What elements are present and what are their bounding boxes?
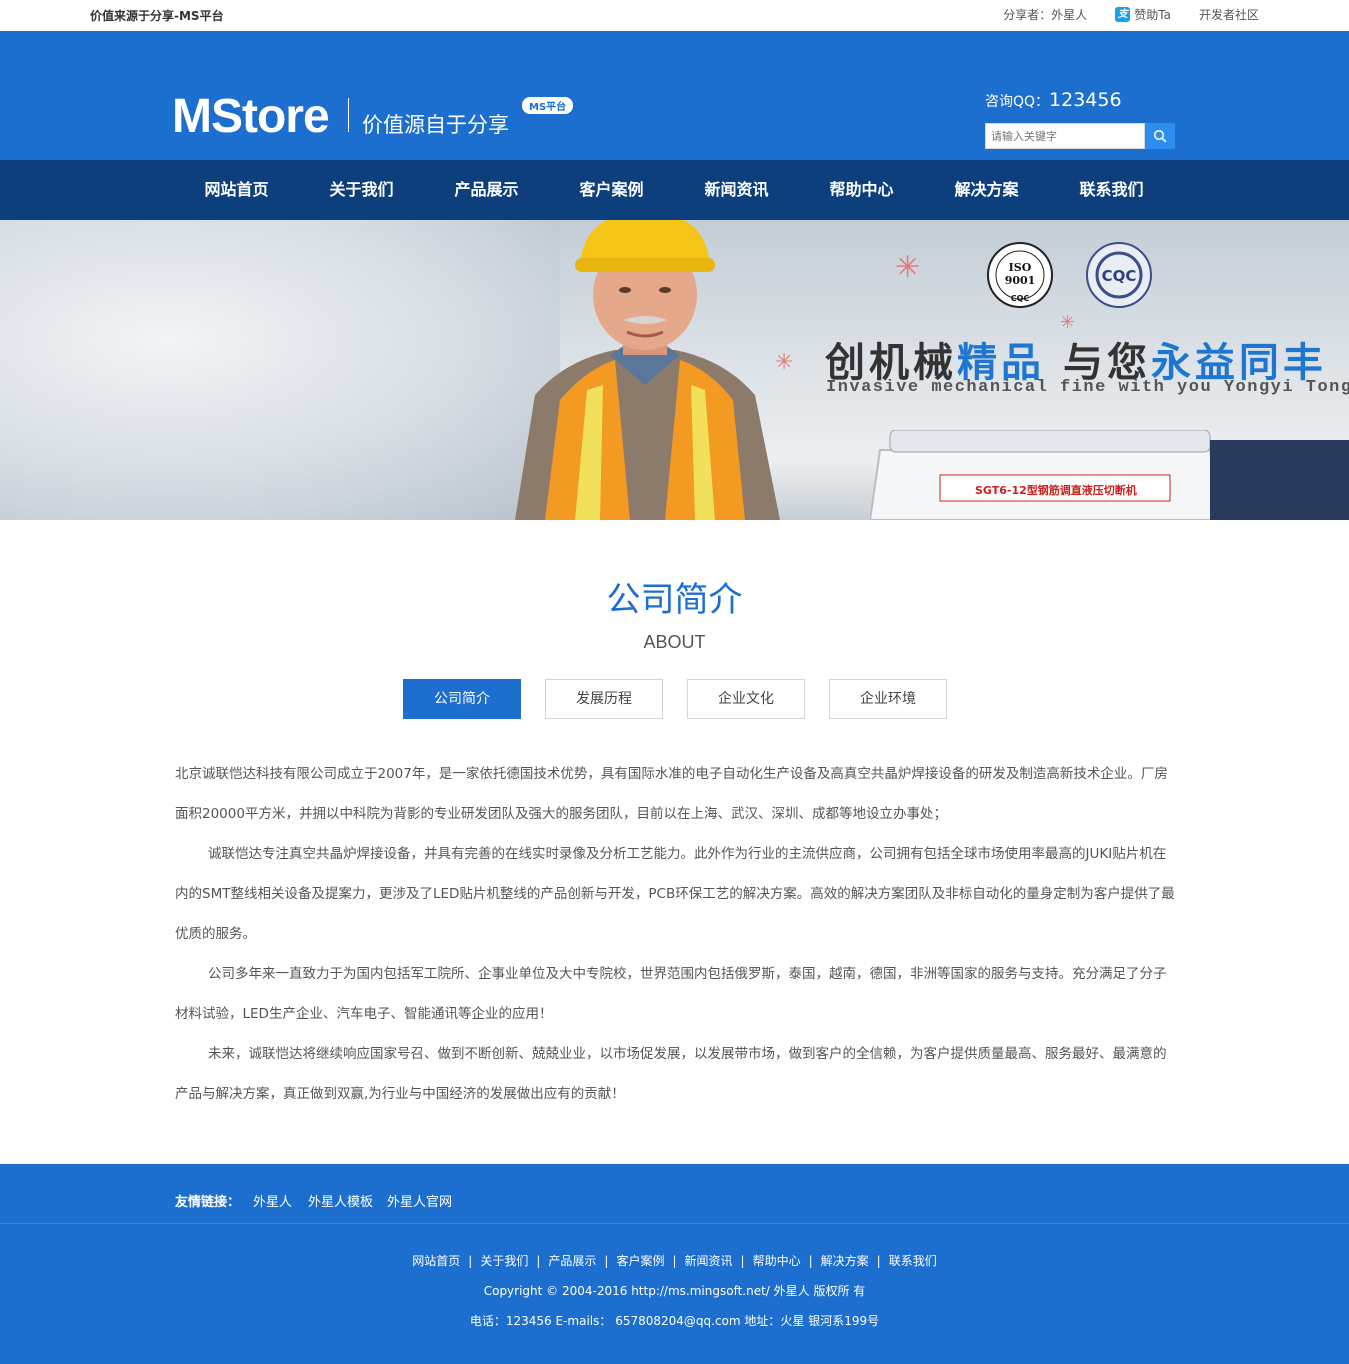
tab-history[interactable]: 发展历程 <box>545 679 663 719</box>
top-bar-right: 分享者：外星人 支 赞助Ta 开发者社区 <box>975 6 1259 23</box>
site-footer: 网站首页 | 关于我们 | 产品展示 | 客户案例 | 新闻资讯 | 帮助中心 | 解决方案 | 联系我们 … <box>0 1224 1349 1364</box>
nav-item-solutions[interactable]: 解决方案 <box>924 160 1049 220</box>
sparkle-decoration: ✳ <box>895 250 921 285</box>
svg-text:CQC: CQC <box>1011 294 1030 303</box>
footer-separator: | <box>604 1254 609 1268</box>
footer-separator: | <box>672 1254 677 1268</box>
site-header: MStore 价值源自于分享 MS平台 咨询QQ：123456 <box>0 31 1349 160</box>
nav-item-products[interactable]: 产品展示 <box>424 160 549 220</box>
footer-link-products[interactable]: 产品展示 <box>548 1254 596 1268</box>
qq-label: 咨询QQ： <box>985 94 1050 110</box>
about-article: 北京诚联恺达科技有限公司成立于2007年，是一家依托德国技术优势，具有国际水准的… <box>175 754 1175 1114</box>
svg-text:9001: 9001 <box>1005 274 1036 287</box>
footer-link-solutions[interactable]: 解决方案 <box>821 1254 869 1268</box>
main-nav: 网站首页 关于我们 产品展示 客户案例 新闻资讯 帮助中心 解决方案 联系我们 <box>0 160 1349 220</box>
svg-text:CQC: CQC <box>1102 267 1137 285</box>
friend-link[interactable]: 外星人官网 <box>387 1191 452 1210</box>
banner-sky <box>0 220 560 520</box>
logo-divider <box>348 98 349 132</box>
copyright: Copyright © 2004-2016 http://ms.mingsoft… <box>483 1284 866 1298</box>
hero-banner: ✳ ✳ ✳ ISO 9001 CQC CQC 创机械精品 与您永益同丰 Inva… <box>0 220 1349 520</box>
article-paragraph: 诚联恺达专注真空共晶炉焊接设备，并具有完善的在线实时录像及分析工艺能力。此外作为… <box>175 846 1175 942</box>
qq-contact: 咨询QQ：123456 <box>985 89 1122 111</box>
alipay-icon: 支 <box>1115 7 1131 22</box>
footer-link-help[interactable]: 帮助中心 <box>753 1254 801 1268</box>
site-logo[interactable]: MStore <box>172 89 330 144</box>
friend-links-bar: 友情链接： 外星人 外星人模板 外星人官网 <box>0 1164 1349 1224</box>
about-section: 公司简介 ABOUT 公司简介 发展历程 企业文化 企业环境 北京诚联恺达科技有… <box>0 520 1349 1164</box>
machine-illustration <box>870 430 1349 520</box>
search-button[interactable] <box>1145 123 1175 149</box>
article-paragraph: 公司多年来一直致力于为国内包括军工院所、企事业单位及大中专院校，世界范围内包括俄… <box>175 966 1167 1022</box>
footer-nav: 网站首页 | 关于我们 | 产品展示 | 客户案例 | 新闻资讯 | 帮助中心 | 解决方案 | 联系我们 <box>0 1252 1349 1269</box>
article-paragraph: 北京诚联恺达科技有限公司成立于2007年，是一家依托德国技术优势，具有国际水准的… <box>175 766 1168 822</box>
footer-link-home[interactable]: 网站首页 <box>412 1254 460 1268</box>
donate-link[interactable]: 支 赞助Ta <box>1115 6 1171 23</box>
footer-separator: | <box>536 1254 541 1268</box>
nav-item-news[interactable]: 新闻资讯 <box>674 160 799 220</box>
friend-link[interactable]: 外星人 <box>253 1191 292 1210</box>
contact-info: 电话：123456 E-mails： 657808204@qq.com 地址：火… <box>469 1314 880 1328</box>
cqc-certificate-badge: CQC <box>1086 242 1152 308</box>
nav-item-contact[interactable]: 联系我们 <box>1049 160 1174 220</box>
platform-badge: MS平台 <box>522 97 574 114</box>
search-input[interactable] <box>985 123 1145 149</box>
tab-company-profile[interactable]: 公司简介 <box>403 679 521 719</box>
footer-link-news[interactable]: 新闻资讯 <box>685 1254 733 1268</box>
footer-link-cases[interactable]: 客户案例 <box>616 1254 664 1268</box>
sharer-link[interactable]: 分享者：外星人 <box>1003 6 1087 23</box>
nav-item-about[interactable]: 关于我们 <box>299 160 424 220</box>
top-bar: 价值来源于分享-MS平台 分享者：外星人 支 赞助Ta 开发者社区 <box>0 0 1349 31</box>
nav-item-home[interactable]: 网站首页 <box>174 160 299 220</box>
about-tabs: 公司简介 发展历程 企业文化 企业环境 <box>403 679 971 719</box>
banner-subline: Invasive mechanical fine with you Yongyi… <box>826 378 1349 397</box>
site-name: 价值来源于分享-MS平台 <box>90 9 224 23</box>
qq-number: 123456 <box>1049 89 1122 111</box>
nav-item-help[interactable]: 帮助中心 <box>799 160 924 220</box>
footer-separator: | <box>740 1254 745 1268</box>
tab-environment[interactable]: 企业环境 <box>829 679 947 719</box>
worker-illustration <box>515 220 780 520</box>
donate-label: 赞助Ta <box>1134 8 1171 22</box>
sparkle-decoration: ✳ <box>775 350 794 375</box>
nav-item-cases[interactable]: 客户案例 <box>549 160 674 220</box>
site-slogan: 价值源自于分享 <box>362 113 509 137</box>
machine-label: SGT6-12型钢筋调直液压切断机 <box>975 484 1137 497</box>
tab-culture[interactable]: 企业文化 <box>687 679 805 719</box>
search-icon <box>1153 129 1167 143</box>
friend-link[interactable]: 外星人模板 <box>308 1191 373 1210</box>
footer-link-contact[interactable]: 联系我们 <box>889 1254 937 1268</box>
iso-certificate-badge: ISO 9001 CQC <box>987 242 1053 308</box>
svg-text:ISO: ISO <box>1009 261 1032 274</box>
about-title: 公司简介 <box>606 580 743 620</box>
about-subtitle: ABOUT <box>643 632 706 652</box>
friend-links-label: 友情链接： <box>175 1195 241 1210</box>
article-paragraph: 未来，诚联恺达将继续响应国家号召、做到不断创新、兢兢业业，以市场促发展，以发展带… <box>175 1046 1167 1102</box>
footer-link-about[interactable]: 关于我们 <box>480 1254 528 1268</box>
footer-separator: | <box>468 1254 473 1268</box>
footer-separator: | <box>808 1254 813 1268</box>
dev-community-link[interactable]: 开发者社区 <box>1199 6 1259 23</box>
footer-separator: | <box>876 1254 881 1268</box>
